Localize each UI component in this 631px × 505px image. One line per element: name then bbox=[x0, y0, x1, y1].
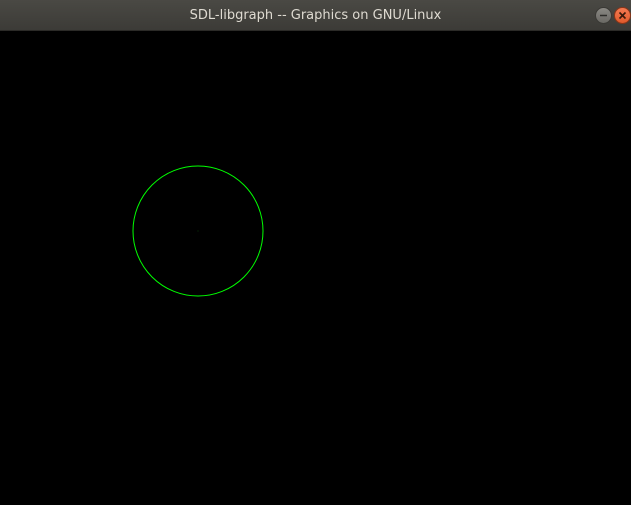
close-button[interactable] bbox=[614, 7, 631, 24]
minimize-icon bbox=[600, 14, 607, 17]
minimize-button[interactable] bbox=[595, 7, 612, 24]
window-title: SDL-libgraph -- Graphics on GNU/Linux bbox=[189, 8, 442, 23]
sdl-graphics-window: SDL-libgraph -- Graphics on GNU/Linux bbox=[0, 0, 631, 505]
window-titlebar[interactable]: SDL-libgraph -- Graphics on GNU/Linux bbox=[0, 0, 631, 31]
circle-center-dot bbox=[197, 230, 199, 232]
graphics-canvas[interactable] bbox=[0, 31, 631, 505]
graphics-drawing bbox=[132, 165, 264, 297]
close-icon bbox=[618, 11, 627, 20]
